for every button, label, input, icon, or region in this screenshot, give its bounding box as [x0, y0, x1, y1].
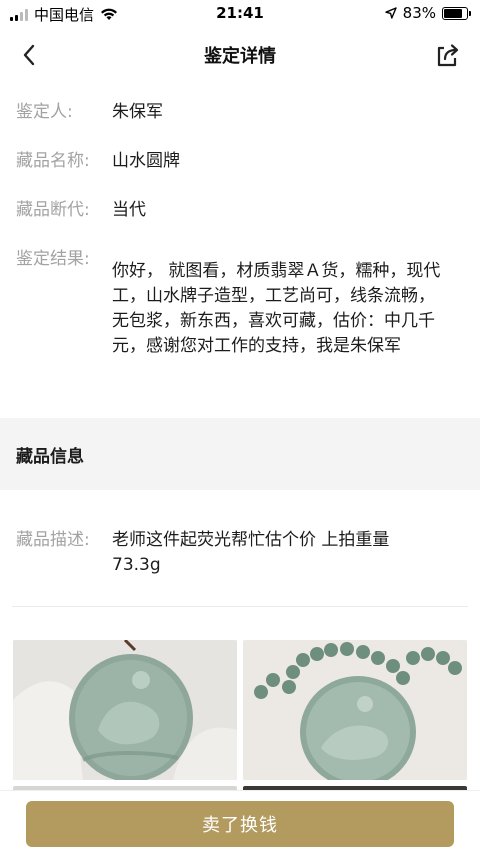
item-era-row: 藏品断代: 当代 [16, 198, 464, 223]
appraiser-row: 鉴定人: 朱保军 [16, 100, 464, 125]
description-value: 老师这件起荧光帮忙估个价 上拍重量73.3g [112, 530, 390, 575]
battery-icon [442, 6, 471, 20]
description-row: 藏品描述: 老师这件起荧光帮忙估个价 上拍重量73.3g [16, 528, 464, 578]
result-label: 鉴定结果: [16, 249, 90, 269]
jade-pendant-beads-photo [243, 640, 467, 780]
location-arrow-icon [384, 7, 397, 19]
bottom-action-bar: 卖了换钱 [0, 790, 480, 854]
page-title: 鉴定详情 [204, 46, 276, 67]
item-era-value: 当代 [112, 200, 146, 220]
result-row: 鉴定结果: 你好， 就图看，材质翡翠Ａ货，糯种，现代工，山水牌子造型，工艺尚可，… [16, 247, 464, 359]
status-bar: 中国电信 21:41 83% [0, 0, 480, 26]
item-name-label: 藏品名称: [16, 151, 90, 171]
description-label: 藏品描述: [16, 530, 90, 550]
divider [12, 606, 468, 607]
result-value: 你好， 就图看，材质翡翠Ａ货，糯种，现代工，山水牌子造型，工艺尚可，线条流畅，无… [112, 261, 441, 356]
collection-info-header: 藏品信息 [0, 418, 480, 490]
battery-percent: 83% [402, 4, 436, 22]
battery-level [444, 8, 463, 18]
nav-bar: 鉴定详情 [0, 30, 480, 80]
status-right: 83% [384, 4, 471, 22]
jade-pendant-photo [13, 640, 237, 780]
section-title: 藏品信息 [16, 446, 84, 467]
item-name-value: 山水圆牌 [112, 151, 180, 171]
appraiser-value: 朱保军 [112, 102, 163, 122]
item-photo-1[interactable] [13, 640, 237, 780]
share-icon [437, 44, 459, 67]
item-name-row: 藏品名称: 山水圆牌 [16, 149, 464, 174]
item-era-label: 藏品断代: [16, 200, 90, 220]
sell-button[interactable]: 卖了换钱 [26, 801, 454, 847]
share-button[interactable] [432, 40, 462, 70]
item-photo-2[interactable] [243, 640, 467, 780]
appraiser-label: 鉴定人: [16, 102, 73, 122]
